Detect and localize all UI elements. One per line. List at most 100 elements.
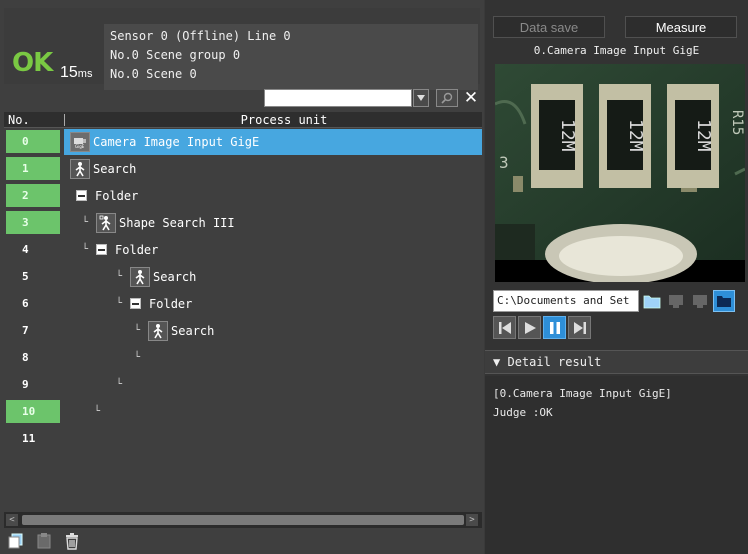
pause-icon <box>549 321 560 334</box>
folder-icon <box>717 296 731 307</box>
row-number: 5 <box>22 270 29 283</box>
find-button[interactable] <box>436 89 458 107</box>
next-image-button[interactable] <box>689 290 711 312</box>
camera-image-view[interactable]: 12M 12M 12M 3 R15 <box>495 64 745 282</box>
last-frame-button[interactable] <box>568 316 591 339</box>
row-content: Folder <box>76 182 138 209</box>
shape-search-icon <box>96 212 117 233</box>
row-content: └ <box>134 344 148 371</box>
process-unit-name: Camera Image Input GigE <box>93 134 260 149</box>
svg-text:GigE: GigE <box>75 144 85 149</box>
process-unit-name: Search <box>153 269 197 284</box>
board-label: 3 <box>499 153 509 172</box>
table-row[interactable]: 11 <box>4 425 482 452</box>
trash-icon <box>66 533 78 550</box>
collapse-triangle-icon: ▼ <box>493 355 501 369</box>
search-bar: ✕ <box>0 84 484 110</box>
horizontal-scrollbar[interactable]: < > <box>4 512 482 528</box>
paste-button[interactable] <box>32 530 56 552</box>
clear-search-button[interactable]: ✕ <box>461 88 481 108</box>
resistor-marking: 12M <box>625 119 646 152</box>
column-resize-handle[interactable] <box>64 114 65 126</box>
row-content: └ <box>94 398 108 425</box>
detail-judge-line: Judge :OK <box>493 406 553 419</box>
column-header-process-unit: Process unit <box>240 113 328 127</box>
scene-group-line: No.0 Scene group 0 <box>110 48 241 62</box>
tree-connector: └ <box>134 352 141 363</box>
image-panel: Data save Measure 0.Camera Image Input G… <box>485 0 748 554</box>
image-window-title: 0.Camera Image Input GigE <box>533 44 700 57</box>
open-folder-button[interactable] <box>641 290 663 312</box>
table-row[interactable]: 9 └ <box>4 371 482 398</box>
paste-icon <box>37 533 51 549</box>
time-value: 15 <box>60 64 78 81</box>
scroll-left-arrow-icon[interactable]: < <box>6 514 18 526</box>
process-unit-name: Folder <box>149 296 193 311</box>
row-content: └ <box>116 371 130 398</box>
flow-edit-toolbar <box>4 530 84 554</box>
table-row[interactable]: 10 └ <box>4 398 482 425</box>
table-row[interactable]: 4 └ Folder <box>4 236 482 263</box>
copy-button[interactable] <box>4 530 28 552</box>
row-number: 7 <box>22 324 29 337</box>
folder-collapse-icon[interactable] <box>96 244 108 255</box>
table-row[interactable]: 3 └ Shape Search III <box>4 209 482 236</box>
detail-result-body: [0.Camera Image Input GigE] Judge :OK <box>485 376 748 554</box>
table-row[interactable]: 5 └ Search <box>4 263 482 290</box>
scrollbar-thumb[interactable] <box>22 515 464 525</box>
processing-time: 15ms <box>60 64 92 82</box>
previous-image-button[interactable] <box>665 290 687 312</box>
search-dropdown-button[interactable] <box>413 89 429 107</box>
image-playback-controls <box>493 316 591 342</box>
detail-result-header[interactable]: ▼ Detail result <box>485 350 748 374</box>
folder-browse-button[interactable] <box>713 290 735 312</box>
folder-collapse-icon[interactable] <box>76 190 87 201</box>
row-number: 0 <box>6 130 60 153</box>
data-save-button[interactable]: Data save <box>493 16 605 38</box>
process-unit-name: Search <box>171 323 215 338</box>
process-unit-name: Folder <box>115 242 159 257</box>
close-icon: ✕ <box>463 88 479 108</box>
table-row[interactable]: 2 Folder <box>4 182 482 209</box>
scroll-right-arrow-icon[interactable]: > <box>466 514 478 526</box>
board-label: R15 <box>729 110 745 135</box>
row-content: └ Shape Search III <box>82 209 235 236</box>
table-row[interactable]: 6 └ Folder <box>4 290 482 317</box>
row-content: Search <box>70 155 136 182</box>
table-row[interactable]: 8 └ <box>4 344 482 371</box>
table-row[interactable]: 0 GigE Camera Image Input GigE <box>4 128 482 155</box>
table-header: No. Process unit <box>4 112 482 128</box>
magnifier-icon <box>441 92 453 104</box>
row-number: 4 <box>22 243 29 256</box>
row-number: 3 <box>6 211 60 234</box>
chevron-down-icon <box>417 95 425 101</box>
process-unit-name: Shape Search III <box>119 215 235 230</box>
measurement-status: OK 15ms Sensor 0 (Offline) Line 0 No.0 S… <box>4 8 480 90</box>
search-input[interactable] <box>264 89 412 107</box>
time-unit: ms <box>77 68 93 80</box>
tree-connector: └ <box>94 406 101 417</box>
folder-collapse-icon[interactable] <box>130 298 142 309</box>
table-row[interactable]: 1 Search <box>4 155 482 182</box>
table-row[interactable]: 7 └ Search <box>4 317 482 344</box>
row-content: GigE Camera Image Input GigE <box>70 128 259 155</box>
first-frame-button[interactable] <box>493 316 516 339</box>
play-button[interactable] <box>518 316 541 339</box>
tree-connector: └ <box>82 217 89 228</box>
tree-connector: └ <box>116 298 123 309</box>
search-unit-icon <box>130 266 151 287</box>
row-number: 8 <box>22 351 29 364</box>
search-unit-icon <box>148 320 169 341</box>
scene-line: No.0 Scene 0 <box>110 67 197 81</box>
column-header-no: No. <box>8 113 30 127</box>
folder-open-icon <box>643 295 661 309</box>
file-path-field[interactable]: C:\Documents and Set <box>493 290 639 312</box>
pause-button[interactable] <box>543 316 566 339</box>
measure-button[interactable]: Measure <box>625 16 737 38</box>
skip-back-icon <box>498 321 511 334</box>
tree-connector: └ <box>116 271 123 282</box>
delete-button[interactable] <box>60 530 84 552</box>
row-number: 11 <box>22 432 36 445</box>
process-unit-name: Folder <box>95 188 139 203</box>
row-number: 6 <box>22 297 29 310</box>
